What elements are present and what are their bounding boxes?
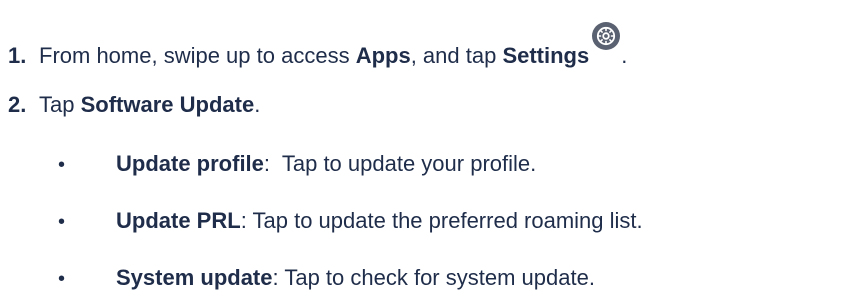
software-update-label: Software Update	[80, 92, 255, 117]
step-text-part: From home, swipe up to access	[39, 43, 356, 68]
separator: :	[240, 208, 253, 233]
step-text: From home, swipe up to access Apps, and …	[39, 22, 628, 69]
step-text-part: , and tap	[410, 43, 503, 68]
step-text: Tap Software Update.	[39, 92, 260, 118]
step-2: 2. Tap Software Update.	[8, 92, 260, 118]
list-item-text: System update: Tap to check for system u…	[116, 265, 595, 291]
list-item: • Update PRL: Tap to update the preferre…	[58, 208, 643, 234]
bullet-marker: •	[58, 154, 66, 176]
bullet-marker: •	[58, 268, 66, 290]
settings-label: Settings	[502, 43, 590, 68]
update-prl-label: Update PRL	[116, 208, 241, 233]
step-1: 1. From home, swipe up to access Apps, a…	[8, 22, 628, 69]
list-item-text: Update PRL: Tap to update the preferred …	[116, 208, 643, 234]
separator: :	[263, 151, 282, 176]
system-update-label: System update	[116, 265, 273, 290]
separator: :	[272, 265, 285, 290]
item-description: Tap to update the preferred roaming list…	[252, 208, 643, 233]
list-item: • System update: Tap to check for system…	[58, 265, 595, 291]
list-item: • Update profile: Tap to update your pro…	[58, 151, 536, 177]
step-text-part: Tap	[39, 92, 81, 117]
update-profile-label: Update profile	[116, 151, 264, 176]
step-text-part: .	[254, 92, 261, 117]
item-description: Tap to check for system update.	[284, 265, 595, 290]
settings-gear-icon	[591, 21, 621, 51]
list-item-text: Update profile: Tap to update your profi…	[116, 151, 536, 177]
step-number: 1.	[8, 43, 27, 68]
step-text-part: .	[621, 43, 628, 68]
item-description: Tap to update your profile.	[281, 151, 537, 176]
bullet-marker: •	[58, 211, 66, 233]
apps-label: Apps	[355, 43, 411, 68]
step-number: 2.	[8, 92, 27, 117]
